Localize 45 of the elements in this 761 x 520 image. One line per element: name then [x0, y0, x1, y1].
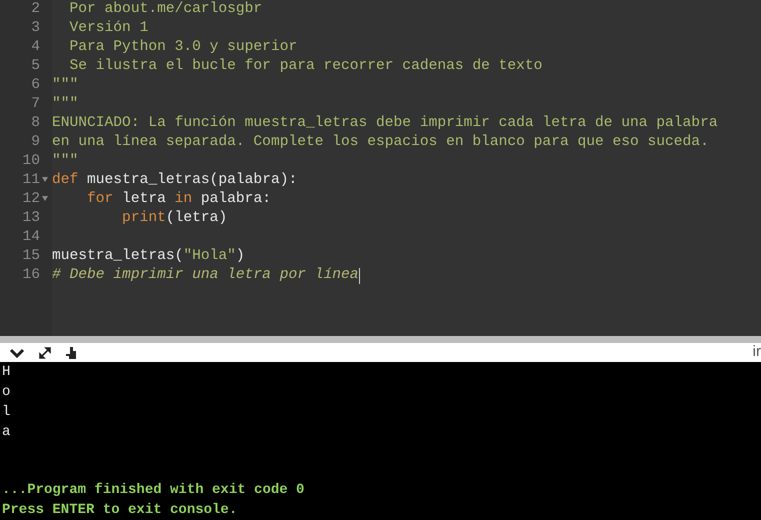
line-number: 5: [30, 56, 40, 76]
line-number: 8: [30, 114, 40, 133]
line-number: 2: [30, 0, 40, 19]
code-token: for: [86, 190, 114, 209]
code-token: Para Python 3.0 y superior: [68, 38, 298, 57]
line-number: 9: [30, 132, 40, 152]
code-token: en una línea separada. Complete los espacios en blanco para que eso suceda.: [52, 132, 709, 152]
line-number: 10: [21, 152, 40, 171]
code-token: "Hola": [183, 246, 236, 266]
expand-icon[interactable]: [38, 346, 52, 360]
line-number: 12: [21, 190, 40, 209]
line-number: 3: [30, 18, 40, 38]
code-token: ): [236, 246, 245, 266]
code-token: in: [174, 190, 192, 209]
code-token: """: [52, 94, 78, 114]
code-token: (letra): [166, 208, 228, 228]
console-line: o: [2, 384, 10, 400]
code-token: palabra:: [200, 190, 271, 209]
line-number: 13: [21, 208, 40, 228]
line-number: 11: [21, 170, 40, 190]
code-token: letra: [121, 190, 167, 209]
code-token: def: [52, 170, 78, 190]
console-line: Press ENTER to exit console.: [2, 502, 238, 518]
code-token: """: [52, 76, 78, 95]
code-token: Versión 1: [68, 18, 148, 38]
code-token: Se ilustra el bucle for para recorrer cadenas de texto: [68, 56, 542, 76]
code-token: ENUNCIADO: La función muestra_letras debe imprimir cada letra de una palabra: [52, 114, 718, 133]
console-line: ...Program finished with exit code 0: [2, 482, 304, 498]
line-number: 6: [30, 76, 40, 95]
line-number: 4: [30, 38, 40, 57]
line-number: 14: [21, 228, 40, 247]
code-token: # Debe imprimir una letra por línea: [52, 266, 359, 285]
toolbar-text: ir: [752, 342, 761, 362]
line-number: 7: [30, 94, 40, 114]
code-token: print: [121, 208, 166, 228]
console-line: H: [2, 364, 10, 380]
console-line: l: [2, 404, 10, 420]
code-token: Por about.me/carlosgbr: [68, 0, 262, 19]
code-token: """: [52, 152, 78, 171]
line-number: 16: [21, 266, 40, 285]
code-token: muestra_letras(palabra):: [86, 170, 298, 190]
console-line: a: [2, 424, 10, 440]
line-number: 15: [21, 246, 40, 266]
code-token: muestra_letras(: [52, 246, 184, 266]
chevron-down-icon[interactable]: [10, 348, 24, 358]
